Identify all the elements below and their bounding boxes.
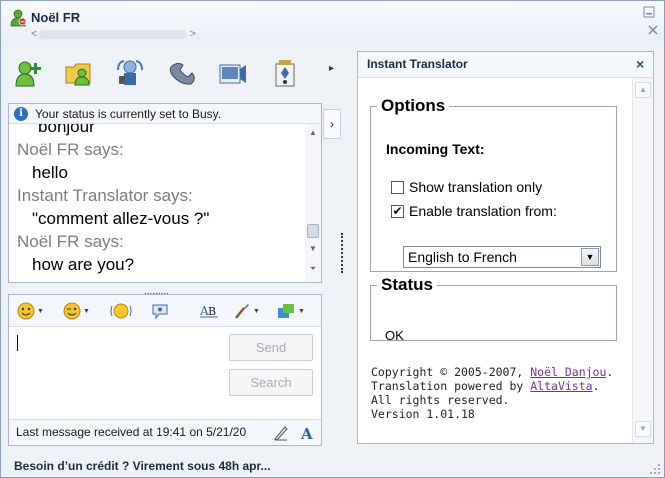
translator-panel-title: Instant Translator (358, 52, 653, 78)
message-list: "bonjour" Noël FR says: hello Instant Tr… (9, 124, 305, 282)
collapse-panel-button[interactable]: › (323, 109, 341, 139)
panel-scroll-down-arrow[interactable]: ▼ (635, 421, 651, 437)
scroll-up-arrow[interactable]: ▲ (305, 126, 321, 140)
info-icon: i (14, 107, 28, 121)
wink-icon (63, 302, 81, 320)
status-notice: i Your status is currently set to Busy. (9, 104, 321, 124)
call-button[interactable] (166, 57, 198, 89)
call-icon (169, 62, 195, 85)
language-pair-value: English to French (408, 249, 517, 265)
show-translation-only-label: Show translation only (409, 179, 543, 195)
handwriting-icon[interactable] (273, 425, 289, 441)
dropdown-arrow-icon[interactable]: ▼ (581, 248, 599, 266)
color-icon (278, 304, 294, 318)
blurred-address (39, 29, 188, 39)
toolbar-more-button[interactable]: ▸ (329, 63, 334, 74)
search-button[interactable]: Search (229, 369, 313, 396)
share-folders-button[interactable] (63, 57, 95, 89)
altavista-link[interactable]: AltaVista (530, 379, 592, 393)
font-button[interactable]: AB (199, 302, 219, 320)
activities-icon (219, 64, 246, 84)
resize-grip-icon[interactable] (649, 463, 661, 475)
games-icon (275, 60, 295, 87)
message-text: hello (32, 163, 68, 182)
status-value: OK (385, 328, 404, 343)
translator-scrollbar[interactable]: ▲ ▼ (632, 78, 653, 443)
background-button[interactable]: ▼ (233, 302, 260, 320)
scroll-down-arrow[interactable]: ▼ (305, 242, 321, 256)
version-line: Version 1.01.18 (371, 407, 475, 421)
invite-contact-button[interactable] (13, 57, 45, 89)
message-sender: Noël FR says: (17, 140, 124, 159)
compose-area: ▼ ▼ AB ▼ ▼ Send Search Last message rece… (8, 294, 322, 446)
show-translation-only-checkbox[interactable] (391, 180, 404, 194)
voice-clip-button[interactable] (151, 302, 169, 320)
emoticon-icon (17, 302, 35, 320)
emoticon-button[interactable]: ▼ (17, 302, 44, 320)
show-translation-only-option[interactable]: Show translation only (391, 179, 542, 195)
scroll-thumb[interactable] (307, 224, 319, 238)
message-text: how are you? (32, 255, 135, 274)
status-notice-text: Your status is currently set to Busy. (35, 107, 222, 121)
wink-button[interactable]: ▼ (63, 302, 90, 320)
send-button[interactable]: Send (229, 334, 313, 361)
contact-name: Noël FR (31, 10, 81, 25)
language-pair-select[interactable]: English to French ▼ (403, 246, 601, 268)
status-group: Status OK (370, 275, 617, 343)
background-icon (235, 304, 249, 319)
translator-close-button[interactable]: × (636, 56, 644, 72)
powered-by-line: Translation powered by AltaVista. (371, 379, 600, 393)
author-link[interactable]: Noël Danjou (530, 365, 606, 379)
conversation-history: i Your status is currently set to Busy. … (8, 103, 322, 283)
advertisement-link[interactable]: Besoin d’un crédit ? Virement sous 48h a… (14, 459, 271, 473)
about-text: Copyright © 2005-2007, Noël Danjou. Tran… (371, 365, 613, 421)
minimize-button[interactable] (641, 6, 657, 22)
voice-clip-icon (152, 304, 168, 320)
video-call-button[interactable] (114, 57, 146, 89)
message-text: "bonjour" (32, 124, 101, 136)
messenger-window: Noël FR < > ▸ i Your status is currently… (0, 0, 665, 478)
formatting-toolbar: ▼ ▼ AB ▼ ▼ (9, 295, 321, 327)
history-scrollbar[interactable]: ▲ ▼ ⏷ (305, 124, 321, 282)
contact-address: < > (31, 28, 196, 40)
translator-panel: Instant Translator × Options Incoming Te… (357, 51, 654, 444)
rights-line: All rights reserved. (371, 393, 510, 407)
enable-translation-option[interactable]: ✔ Enable translation from: (391, 203, 557, 219)
nudge-button[interactable] (110, 302, 132, 320)
scroll-end-arrow[interactable]: ⏷ (305, 262, 321, 276)
vertical-splitter[interactable] (341, 233, 345, 273)
text-mode-icon[interactable]: A (299, 425, 315, 441)
window-close-button[interactable] (645, 23, 661, 39)
last-message-text: Last message received at 19:41 on 5/21/2… (16, 425, 247, 439)
message-sender: Instant Translator says: (17, 186, 193, 205)
last-message-status: Last message received at 19:41 on 5/21/2… (9, 419, 321, 445)
video-call-icon (117, 60, 143, 85)
color-button[interactable]: ▼ (276, 302, 305, 320)
panel-scroll-up-arrow[interactable]: ▲ (635, 82, 651, 98)
nudge-icon (110, 303, 132, 319)
buddy-status-icon (10, 9, 26, 27)
title-bar: Noël FR < > (1, 1, 664, 47)
games-button[interactable] (269, 57, 301, 89)
options-group: Options Incoming Text: Show translation … (370, 96, 617, 272)
message-text: "comment allez-vous ?" (32, 209, 210, 228)
options-legend: Options (381, 96, 446, 115)
activities-button[interactable] (217, 57, 249, 89)
conversation-toolbar: ▸ (7, 53, 345, 93)
incoming-text-label: Incoming Text: (386, 141, 485, 157)
svg-text:A: A (300, 425, 313, 441)
message-sender: Noël FR says: (17, 232, 124, 251)
enable-translation-checkbox[interactable]: ✔ (391, 204, 404, 218)
close-icon (648, 25, 658, 35)
copyright-line: Copyright © 2005-2007, Noël Danjou. (371, 365, 614, 379)
status-legend: Status (381, 275, 433, 294)
enable-translation-label: Enable translation from: (409, 203, 557, 219)
font-icon: AB (199, 304, 218, 318)
minimize-icon (643, 6, 655, 18)
add-contact-icon (15, 61, 41, 87)
svg-text:B: B (208, 305, 216, 318)
share-folders-icon (65, 63, 91, 86)
text-caret (17, 335, 18, 351)
